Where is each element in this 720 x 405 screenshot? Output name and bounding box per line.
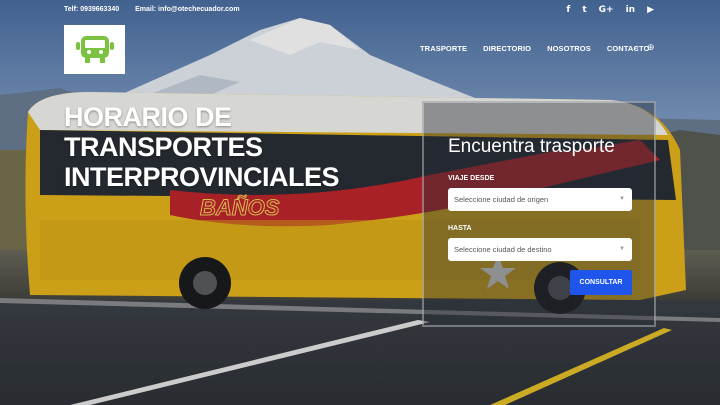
consultar-button[interactable]: CONSULTAR xyxy=(570,270,632,295)
origin-select-value: Seleccione ciudad de origen xyxy=(454,195,549,204)
search-panel: Encuentra trasporte VIAJE DESDE Seleccio… xyxy=(422,101,656,327)
site-logo[interactable] xyxy=(64,25,125,74)
nav-item-directorio[interactable]: DIRECTORIO xyxy=(483,44,531,53)
nav-item-nosotros[interactable]: NOSOTROS xyxy=(547,44,591,53)
bus-logo-icon xyxy=(75,35,114,63)
destination-select[interactable]: Seleccione ciudad de destino ▼ xyxy=(448,238,632,261)
email-text[interactable]: Email: info@otechecuador.com xyxy=(135,6,239,13)
twitter-icon[interactable]: t xyxy=(582,5,586,15)
origin-label: VIAJE DESDE xyxy=(448,175,495,182)
main-nav: TRASPORTE DIRECTORIO NOSOTROS CONTACTO xyxy=(420,44,649,53)
facebook-icon[interactable]: f xyxy=(566,5,570,15)
social-links: f t G+ in ▶ xyxy=(566,5,654,15)
nav-icons: ⌕ ⊕ xyxy=(634,42,655,53)
nav-item-trasporte[interactable]: TRASPORTE xyxy=(420,44,467,53)
hero-title-line: INTERPROVINCIALES xyxy=(64,162,340,192)
language-icon[interactable]: ⊕ xyxy=(647,42,655,53)
hero-title-line: HORARIO DE xyxy=(64,102,232,132)
page: BAÑOS Telf: 0939663340 Email: info@otech… xyxy=(0,0,720,405)
linkedin-icon[interactable]: in xyxy=(626,5,636,15)
chevron-down-icon: ▼ xyxy=(619,246,625,252)
search-icon[interactable]: ⌕ xyxy=(634,42,639,53)
origin-select[interactable]: Seleccione ciudad de origen ▼ xyxy=(448,188,632,211)
youtube-icon[interactable]: ▶ xyxy=(647,5,654,15)
contact-info: Telf: 0939663340 Email: info@otechecuado… xyxy=(64,6,254,13)
hero-title-line: TRANSPORTES xyxy=(64,132,263,162)
hero-title: HORARIO DE TRANSPORTES INTERPROVINCIALES xyxy=(64,102,364,192)
top-bar: Telf: 0939663340 Email: info@otechecuado… xyxy=(0,0,720,24)
destination-label: HASTA xyxy=(448,225,472,232)
google-plus-icon[interactable]: G+ xyxy=(599,5,614,15)
phone-text: Telf: 0939663340 xyxy=(64,6,120,13)
search-panel-title: Encuentra trasporte xyxy=(448,136,615,157)
chevron-down-icon: ▼ xyxy=(619,196,625,202)
destination-select-value: Seleccione ciudad de destino xyxy=(454,245,552,254)
